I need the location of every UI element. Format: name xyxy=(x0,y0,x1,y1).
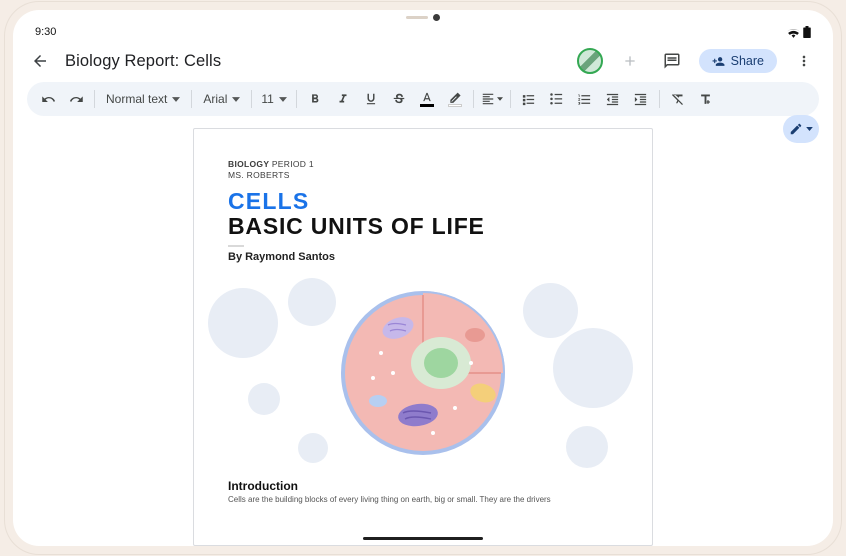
title-line-1: CELLS xyxy=(228,188,618,215)
docs-app: Biology Report: Cells Share xyxy=(13,40,833,546)
more-vert-icon xyxy=(796,53,812,69)
course-eyebrow: BIOLOGY PERIOD 1 MS. ROBERTS xyxy=(228,159,618,180)
wifi-icon xyxy=(787,27,800,38)
text-color-icon xyxy=(420,91,434,103)
redo-icon xyxy=(69,92,84,107)
italic-icon xyxy=(336,92,350,106)
style-label: Normal text xyxy=(106,92,167,106)
share-button[interactable]: Share xyxy=(699,49,777,73)
status-time: 9:30 xyxy=(35,26,56,38)
person-add-icon xyxy=(712,55,725,68)
toolbar-container: Normal text Arial 11 xyxy=(13,82,833,116)
font-size-label: 11 xyxy=(261,92,273,106)
formatting-toolbar: Normal text Arial 11 xyxy=(27,82,819,116)
chevron-down-icon xyxy=(172,97,180,102)
indent-increase-button[interactable] xyxy=(628,86,654,112)
document-canvas[interactable]: BIOLOGY PERIOD 1 MS. ROBERTS CELLS BASIC… xyxy=(13,116,833,546)
section-heading: Introduction xyxy=(228,479,618,493)
title-line-2: BASIC UNITS OF LIFE xyxy=(228,213,618,240)
document-title[interactable]: Biology Report: Cells xyxy=(65,52,221,71)
clear-formatting-button[interactable] xyxy=(665,86,691,112)
checklist-icon xyxy=(521,92,536,107)
status-indicators xyxy=(787,26,811,38)
undo-icon xyxy=(41,92,56,107)
status-bar: 9:30 xyxy=(13,10,833,40)
underline-button[interactable] xyxy=(358,86,384,112)
font-size-select[interactable]: 11 xyxy=(257,86,290,112)
strikethrough-button[interactable] xyxy=(386,86,412,112)
bullet-list-icon xyxy=(549,92,564,107)
italic-button[interactable] xyxy=(330,86,356,112)
navigation-handle[interactable] xyxy=(363,537,483,541)
cell-illustration xyxy=(218,273,628,473)
strikethrough-icon xyxy=(392,92,406,106)
clear-formatting-icon xyxy=(670,92,685,107)
bulleted-list-button[interactable] xyxy=(544,86,570,112)
document-page[interactable]: BIOLOGY PERIOD 1 MS. ROBERTS CELLS BASIC… xyxy=(193,128,653,546)
font-family-select[interactable]: Arial xyxy=(197,86,246,112)
redo-button[interactable] xyxy=(63,86,89,112)
align-left-icon xyxy=(481,92,495,106)
bold-icon xyxy=(308,92,322,106)
section-body: Cells are the building blocks of every l… xyxy=(228,495,618,505)
indent-increase-icon xyxy=(633,92,648,107)
comment-icon xyxy=(663,52,681,70)
text-color-button[interactable] xyxy=(414,86,440,112)
byline: By Raymond Santos xyxy=(228,251,618,263)
paragraph-style-select[interactable]: Normal text xyxy=(100,86,186,112)
insert-button[interactable] xyxy=(693,86,719,112)
indent-decrease-icon xyxy=(605,92,620,107)
arrow-left-icon xyxy=(31,52,49,70)
tablet-frame: 9:30 Biology Report: Cells Share xyxy=(13,10,833,546)
chevron-down-icon xyxy=(232,97,240,102)
bold-button[interactable] xyxy=(302,86,328,112)
font-label: Arial xyxy=(203,92,227,106)
more-options-button[interactable] xyxy=(789,46,819,76)
align-button[interactable] xyxy=(479,86,505,112)
underline-icon xyxy=(364,92,378,106)
undo-button[interactable] xyxy=(35,86,61,112)
indent-decrease-button[interactable] xyxy=(600,86,626,112)
comments-button[interactable] xyxy=(657,46,687,76)
title-rule xyxy=(228,245,244,247)
user-avatar[interactable] xyxy=(577,48,603,74)
chevron-down-icon xyxy=(497,97,503,101)
battery-icon xyxy=(803,26,811,38)
title-bar: Biology Report: Cells Share xyxy=(13,40,833,82)
format-icon xyxy=(698,92,713,107)
highlight-color-button[interactable] xyxy=(442,86,468,112)
back-button[interactable] xyxy=(27,48,53,74)
plus-icon xyxy=(622,53,638,69)
add-collaborator-button[interactable] xyxy=(615,46,645,76)
checklist-button[interactable] xyxy=(516,86,542,112)
numbered-list-icon xyxy=(577,92,592,107)
numbered-list-button[interactable] xyxy=(572,86,598,112)
highlight-icon xyxy=(448,91,462,103)
share-label: Share xyxy=(731,54,764,68)
chevron-down-icon xyxy=(279,97,287,102)
